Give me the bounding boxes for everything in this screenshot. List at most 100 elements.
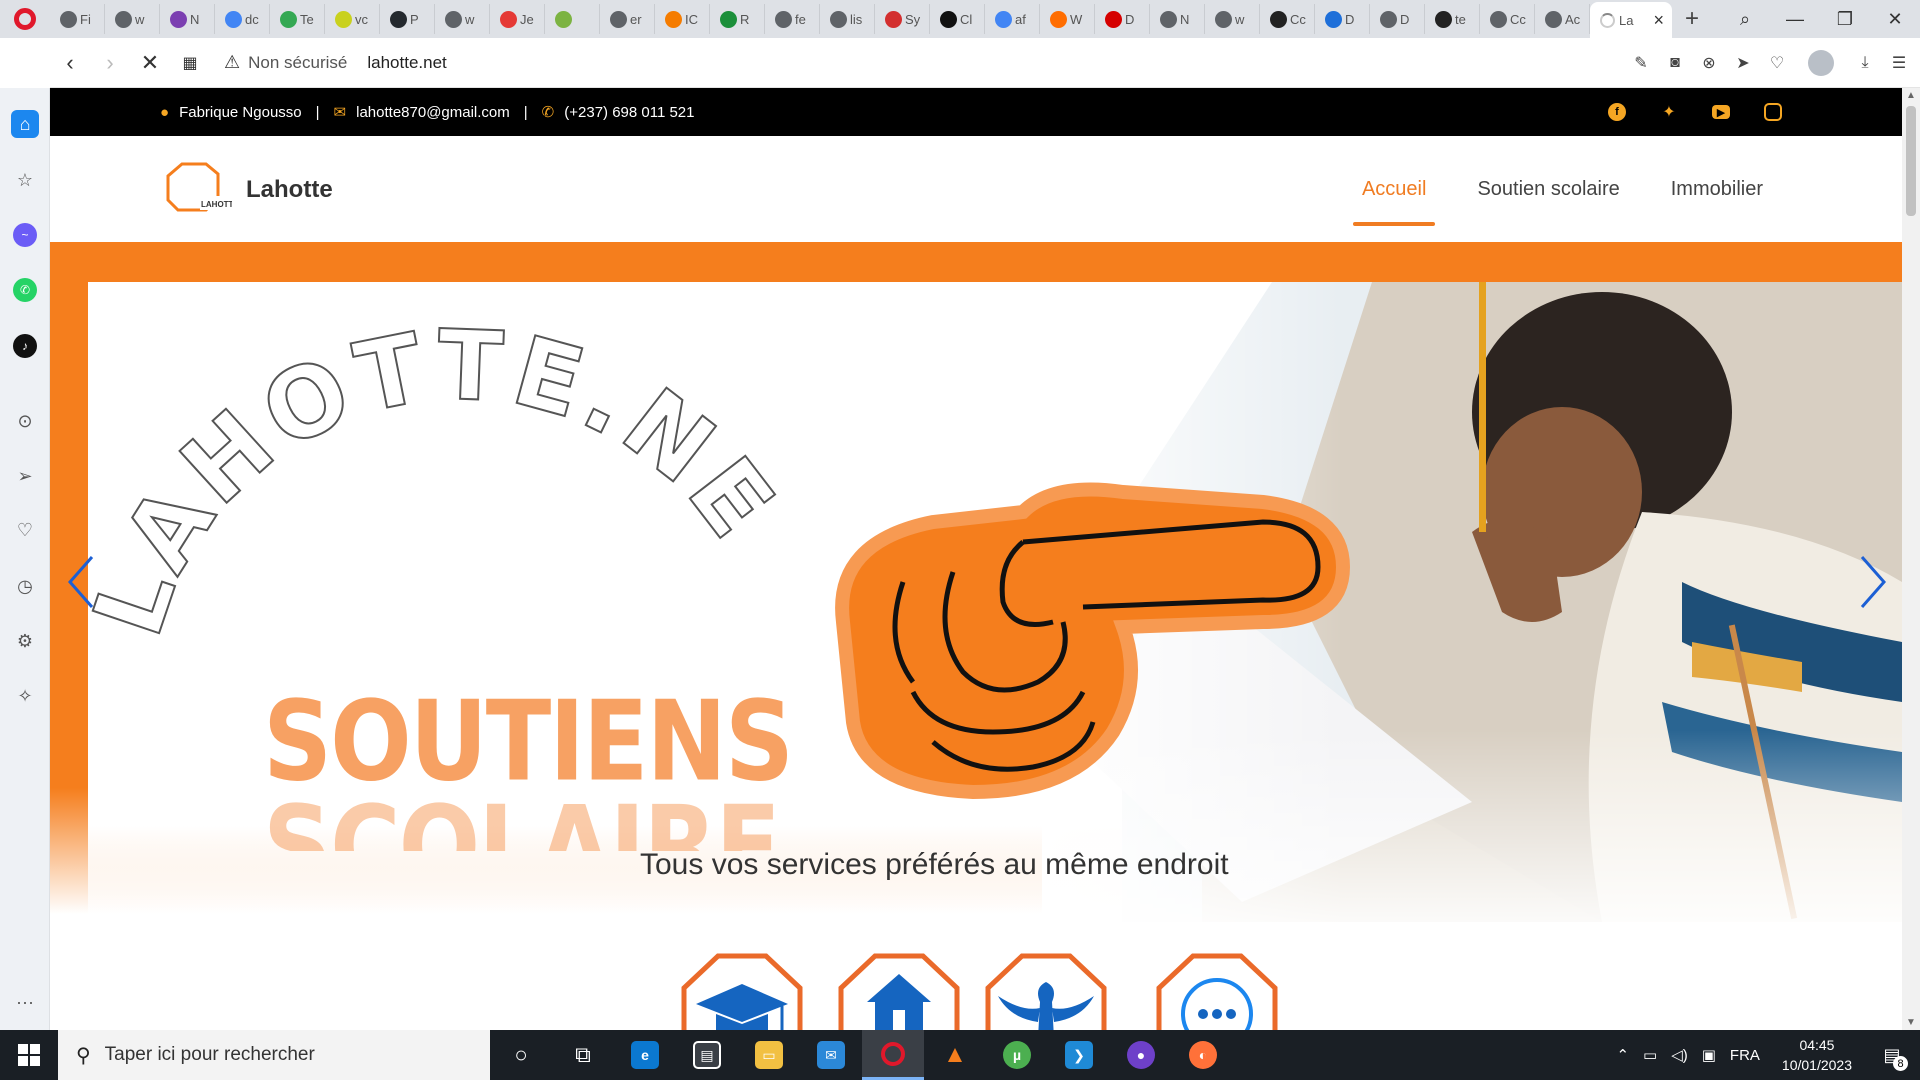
profile-avatar[interactable] <box>1808 49 1834 76</box>
instagram-icon[interactable] <box>1764 103 1782 121</box>
browser-tab[interactable]: w <box>105 4 160 34</box>
more-options-icon[interactable]: ··· <box>13 990 37 1014</box>
vlc-icon[interactable]: ▲ <box>924 1030 986 1080</box>
page-scrollbar[interactable]: ▲ ▼ <box>1902 88 1920 1030</box>
heart-icon[interactable]: ♡ <box>1766 52 1788 74</box>
browser-tab[interactable] <box>545 4 600 34</box>
restore-button[interactable]: ❐ <box>1820 9 1870 30</box>
download-icon[interactable]: ⤓ <box>1854 52 1876 74</box>
browser-tab[interactable]: te <box>1425 4 1480 34</box>
browser-tab[interactable]: D <box>1315 4 1370 34</box>
browser-tab[interactable]: IC <box>655 4 710 34</box>
vscode-icon[interactable]: ❯ <box>1048 1030 1110 1080</box>
browser-tab-active[interactable]: La × <box>1590 2 1672 38</box>
scrollbar-thumb[interactable] <box>1906 106 1916 216</box>
service-more[interactable] <box>1153 952 1281 1030</box>
history-clock-icon[interactable]: ◷ <box>13 574 37 598</box>
language-indicator[interactable]: FRA <box>1730 1047 1760 1064</box>
browser-tab[interactable]: W <box>1040 4 1095 34</box>
notifications-icon[interactable]: ▤ 8 <box>1874 1037 1910 1073</box>
camera-icon[interactable]: ◙ <box>1664 52 1686 74</box>
phone-text[interactable]: (+237) 698 011 521 <box>564 104 694 121</box>
browser-tab[interactable]: R <box>710 4 765 34</box>
menu-item-soutien-scolaire[interactable]: Soutien scolaire <box>1468 136 1628 242</box>
security-indicator[interactable]: ⚠ Non sécurisé <box>224 52 347 73</box>
new-tab-button[interactable]: + <box>1672 5 1712 33</box>
browser-tab[interactable]: w <box>1205 4 1260 34</box>
browser-tab[interactable]: fe <box>765 4 820 34</box>
browser-tab[interactable]: N <box>1150 4 1205 34</box>
browser-tab[interactable]: er <box>600 4 655 34</box>
menu-item-accueil[interactable]: Accueil <box>1352 136 1436 242</box>
messenger-icon[interactable]: ~ <box>13 223 37 247</box>
settings-gear-icon[interactable]: ⚙ <box>13 629 37 653</box>
facebook-icon[interactable]: f <box>1608 103 1626 121</box>
cortana-icon[interactable]: ○ <box>490 1030 552 1080</box>
browser-tab[interactable]: N <box>160 4 215 34</box>
opera-taskbar-icon[interactable] <box>862 1030 924 1080</box>
carousel-prev-arrow-icon[interactable] <box>62 552 102 612</box>
url-field[interactable]: lahotte.net <box>367 53 446 73</box>
youtube-icon[interactable]: ▶ <box>1712 105 1730 119</box>
browser-tab[interactable]: vc <box>325 4 380 34</box>
browser-tab[interactable]: D <box>1095 4 1150 34</box>
carousel-next-arrow-icon[interactable] <box>1852 552 1892 612</box>
task-view-icon[interactable]: ⧉ <box>552 1030 614 1080</box>
browser-tab[interactable]: Ac <box>1535 4 1590 34</box>
close-tab-icon[interactable]: × <box>1653 10 1664 31</box>
edit-icon[interactable]: ✎ <box>1630 52 1652 74</box>
player-icon[interactable]: ⊙ <box>13 409 37 433</box>
block-ads-icon[interactable]: ⊗ <box>1698 52 1720 74</box>
menu-item-immobilier[interactable]: Immobilier <box>1662 136 1772 242</box>
home-icon[interactable]: ⌂ <box>11 110 39 138</box>
send-icon[interactable]: ➤ <box>1732 52 1754 74</box>
service-real-estate[interactable] <box>835 952 963 1030</box>
browser-tab[interactable]: Cc <box>1260 4 1315 34</box>
service-graduation-cap[interactable] <box>678 952 806 1030</box>
browser-tab[interactable]: P <box>380 4 435 34</box>
browser-tab[interactable]: Je <box>490 4 545 34</box>
browser-tab[interactable]: Cc <box>1480 4 1535 34</box>
favorites-heart-icon[interactable]: ♡ <box>13 518 37 542</box>
easy-setup-icon[interactable]: ☰ <box>1888 52 1910 74</box>
tray-chevron-icon[interactable]: ⌃ <box>1616 1046 1629 1064</box>
email-text[interactable]: lahotte870@gmail.com <box>356 104 510 121</box>
twitter-icon[interactable]: ✦ <box>1660 103 1678 121</box>
firefox-icon[interactable]: ◐ <box>1172 1030 1234 1080</box>
start-button[interactable] <box>0 1030 58 1080</box>
github-desktop-icon[interactable]: ● <box>1110 1030 1172 1080</box>
scroll-down-icon[interactable]: ▼ <box>1902 1017 1920 1028</box>
browser-tab[interactable]: Te <box>270 4 325 34</box>
browser-tab[interactable]: dc <box>215 4 270 34</box>
store-icon[interactable]: ▤ <box>676 1030 738 1080</box>
file-explorer-icon[interactable]: ▭ <box>738 1030 800 1080</box>
bookmarks-star-icon[interactable]: ☆ <box>13 168 37 192</box>
taskbar-search[interactable]: ⚲ Taper ici pour rechercher <box>58 1030 490 1080</box>
email-item[interactable]: ✉ lahotte870@gmail.com <box>334 103 510 122</box>
network-icon[interactable]: ▣ <box>1702 1046 1716 1064</box>
opera-menu-button[interactable] <box>0 0 50 38</box>
tiktok-icon[interactable]: ♪ <box>13 334 37 358</box>
back-button[interactable]: ‹ <box>50 50 90 76</box>
browser-tab[interactable]: af <box>985 4 1040 34</box>
browser-tab[interactable]: Fi <box>50 4 105 34</box>
scroll-up-icon[interactable]: ▲ <box>1902 90 1920 101</box>
browser-tab[interactable]: Sy <box>875 4 930 34</box>
browser-tab[interactable]: D <box>1370 4 1425 34</box>
whatsapp-icon[interactable]: ✆ <box>13 278 37 302</box>
utorrent-icon[interactable]: µ <box>986 1030 1048 1080</box>
edge-icon[interactable]: e <box>614 1030 676 1080</box>
browser-tab[interactable]: lis <box>820 4 875 34</box>
phone-item[interactable]: ✆ (+237) 698 011 521 <box>542 103 695 122</box>
battery-icon[interactable]: ▭ <box>1643 1046 1657 1064</box>
stop-loading-button[interactable]: ✕ <box>130 50 170 76</box>
mail-icon[interactable]: ✉ <box>800 1030 862 1080</box>
minimize-button[interactable]: — <box>1770 9 1820 30</box>
send-flow-icon[interactable]: ➢ <box>13 464 37 488</box>
browser-tab[interactable]: w <box>435 4 490 34</box>
close-window-button[interactable]: ✕ <box>1870 9 1920 30</box>
tab-search-icon[interactable]: ⌕ <box>1720 9 1770 30</box>
tips-lightbulb-icon[interactable]: ✧ <box>13 684 37 708</box>
service-phoenix[interactable] <box>982 952 1110 1030</box>
volume-icon[interactable]: ◁) <box>1671 1046 1688 1064</box>
